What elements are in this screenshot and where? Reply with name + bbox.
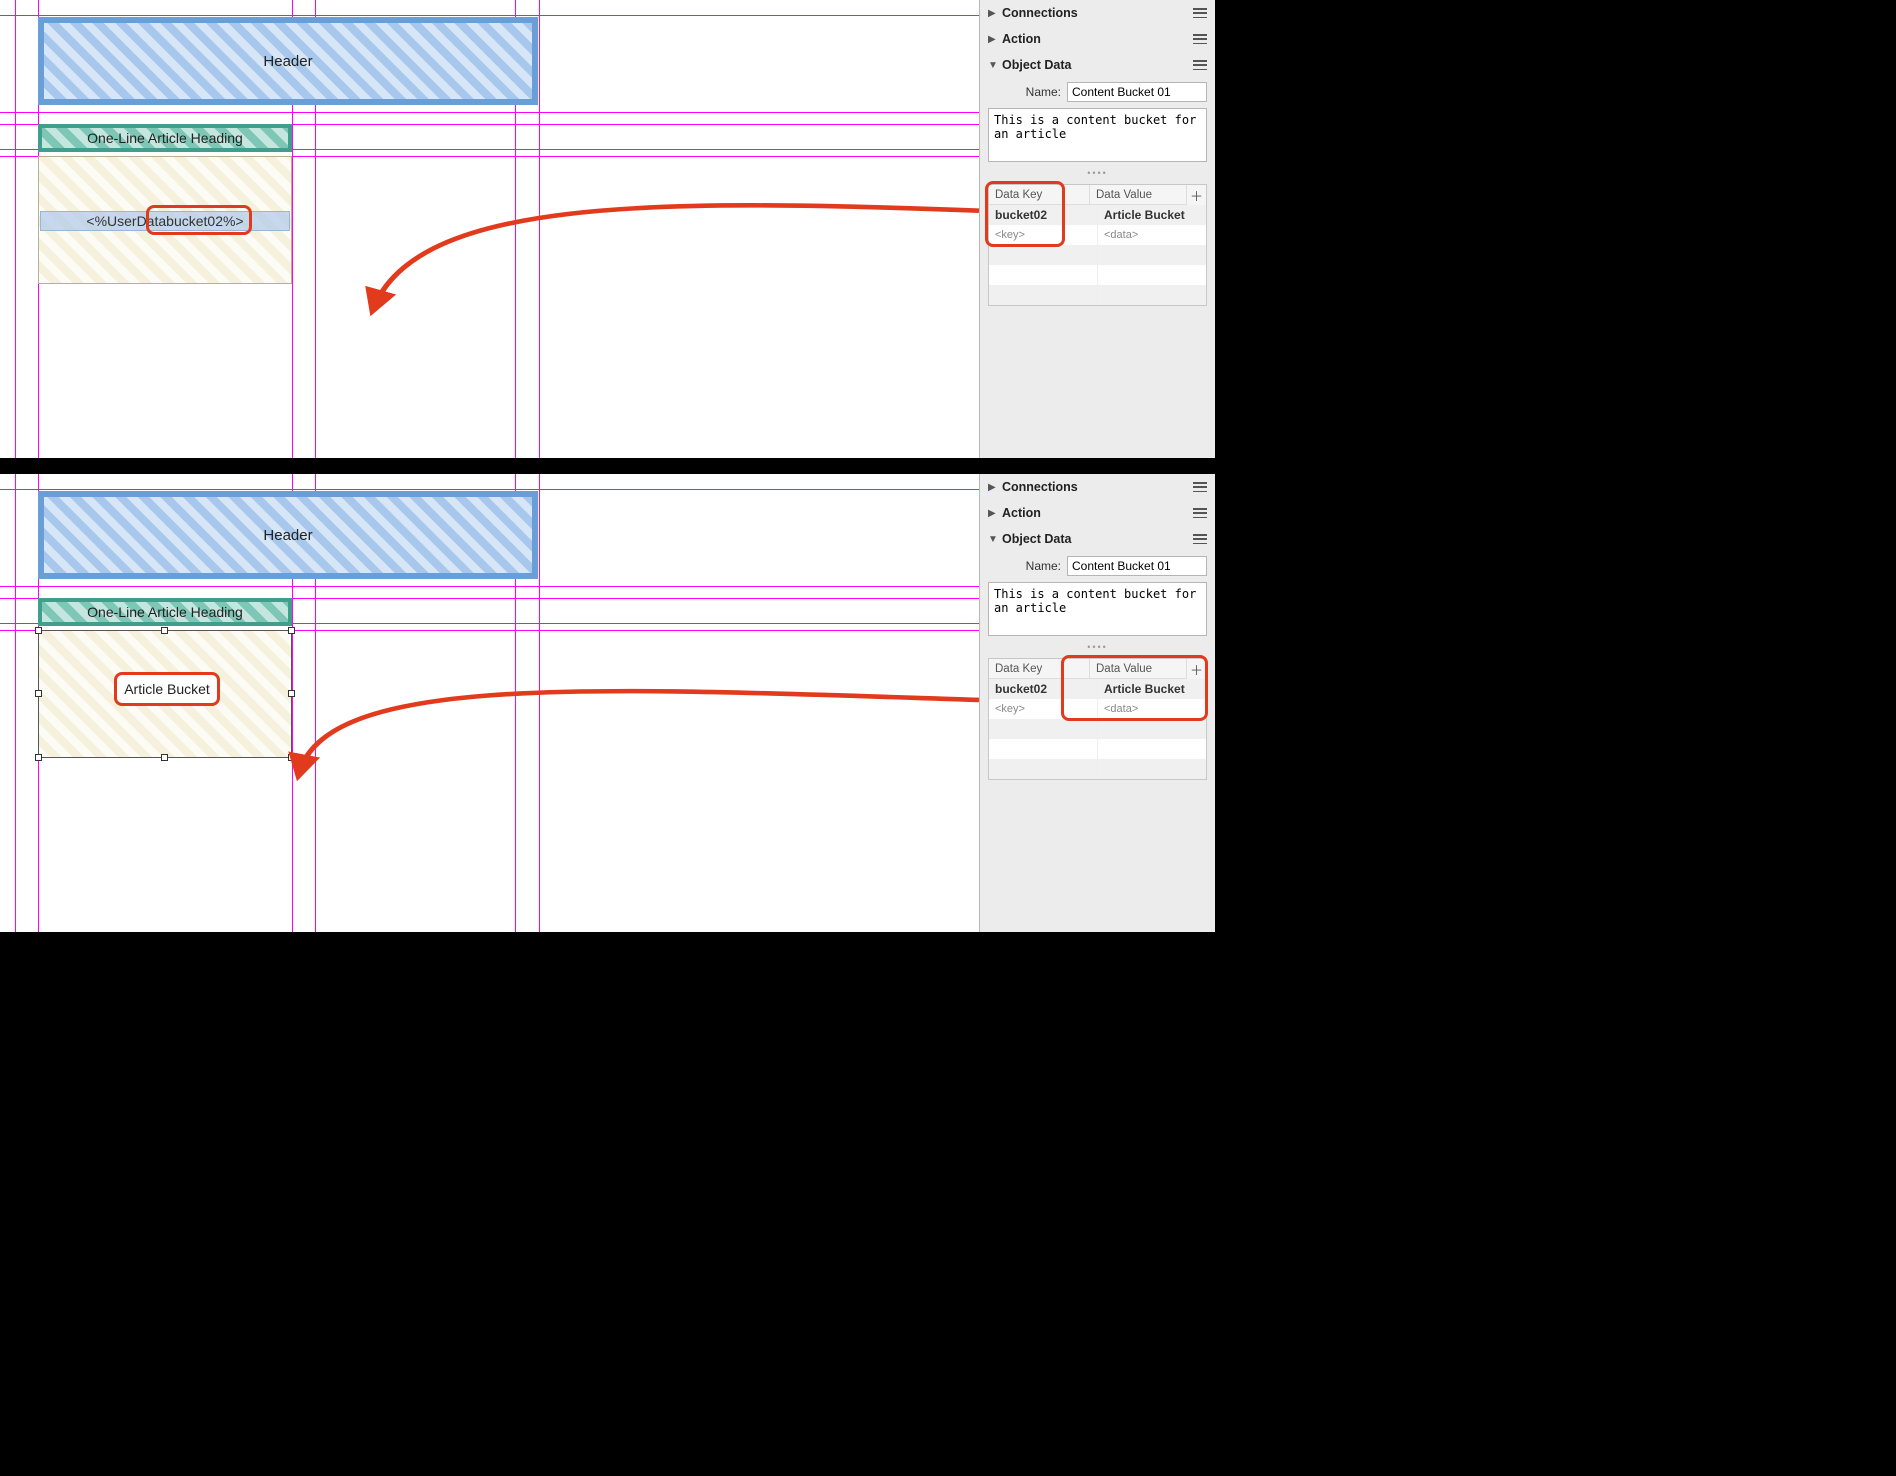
data-value-cell[interactable]: Article Bucket — [1098, 679, 1206, 699]
screen-top: Header One-Line Article Heading <%UserDa… — [0, 0, 1215, 458]
resize-handle[interactable] — [288, 627, 295, 634]
resize-handle[interactable] — [161, 627, 168, 634]
header-frame[interactable]: Header — [38, 17, 538, 105]
description-field[interactable] — [988, 582, 1207, 636]
add-row-button[interactable]: ＋ — [1186, 185, 1206, 205]
article-heading-label: One-Line Article Heading — [87, 130, 243, 146]
resize-grip-icon[interactable]: •••• — [1087, 642, 1108, 652]
chevron-right-icon: ▶ — [988, 8, 998, 19]
name-field[interactable] — [1067, 82, 1207, 102]
resize-handle[interactable] — [288, 690, 295, 697]
table-row[interactable] — [989, 245, 1206, 265]
table-row[interactable]: <key> <data> — [989, 225, 1206, 245]
article-heading-frame[interactable]: One-Line Article Heading — [38, 124, 292, 152]
header-label: Header — [263, 527, 312, 544]
name-label: Name: — [1026, 85, 1061, 99]
header-frame[interactable]: Header — [38, 491, 538, 579]
guide-horizontal — [0, 112, 979, 113]
data-key-hint[interactable]: <key> — [989, 699, 1098, 719]
resize-handle[interactable] — [35, 754, 42, 761]
table-row[interactable] — [989, 285, 1206, 305]
menu-icon[interactable] — [1193, 34, 1207, 44]
section-connections[interactable]: ▶ Connections — [980, 474, 1215, 500]
data-key-cell[interactable]: bucket02 — [989, 679, 1098, 699]
section-object-data[interactable]: ▼ Object Data — [980, 526, 1215, 552]
section-action[interactable]: ▶ Action — [980, 500, 1215, 526]
resize-handle[interactable] — [288, 754, 295, 761]
table-row[interactable]: <key> <data> — [989, 699, 1206, 719]
resize-handle[interactable] — [35, 690, 42, 697]
section-object-data[interactable]: ▼ Object Data — [980, 52, 1215, 78]
data-value-hint[interactable]: <data> — [1098, 699, 1206, 719]
name-field[interactable] — [1067, 556, 1207, 576]
add-row-button[interactable]: ＋ — [1186, 659, 1206, 679]
data-value-hint[interactable]: <data> — [1098, 225, 1206, 245]
section-action-label: Action — [1002, 32, 1193, 46]
userdata-key: bucket02 — [166, 213, 223, 229]
col-key-header[interactable]: Data Key — [989, 659, 1090, 678]
name-row: Name: — [988, 556, 1207, 576]
chevron-down-icon: ▼ — [988, 534, 998, 545]
guide-vertical — [539, 0, 540, 458]
table-row[interactable]: bucket02 Article Bucket — [989, 205, 1206, 225]
table-row[interactable] — [989, 265, 1206, 285]
menu-icon[interactable] — [1193, 482, 1207, 492]
header-label: Header — [263, 53, 312, 70]
chevron-down-icon: ▼ — [988, 60, 998, 71]
resize-handle[interactable] — [35, 627, 42, 634]
section-object-data-label: Object Data — [1002, 532, 1193, 546]
guide-vertical — [15, 0, 16, 458]
table-row[interactable] — [989, 739, 1206, 759]
guide-horizontal — [0, 15, 979, 16]
guide-horizontal — [0, 586, 979, 587]
name-label: Name: — [1026, 559, 1061, 573]
article-heading-label: One-Line Article Heading — [87, 604, 243, 620]
table-row[interactable] — [989, 759, 1206, 779]
col-key-header[interactable]: Data Key — [989, 185, 1090, 204]
data-table-header: Data Key Data Value — [989, 185, 1206, 205]
canvas-bottom[interactable]: Header One-Line Article Heading Article … — [0, 474, 979, 932]
screen-bottom: Header One-Line Article Heading Article … — [0, 474, 1215, 932]
article-heading-frame[interactable]: One-Line Article Heading — [38, 598, 292, 626]
section-connections-label: Connections — [1002, 480, 1193, 494]
data-table: Data Key Data Value ＋ bucket02 Article B… — [988, 184, 1207, 306]
section-object-data-label: Object Data — [1002, 58, 1193, 72]
object-data-body: Name: •••• Data Key Data Value ＋ bucket0… — [980, 552, 1215, 788]
chevron-right-icon: ▶ — [988, 508, 998, 519]
inspector-panel: ▶ Connections ▶ Action ▼ Object Data Nam… — [979, 0, 1215, 458]
section-connections-label: Connections — [1002, 6, 1193, 20]
name-row: Name: — [988, 82, 1207, 102]
resize-handle[interactable] — [161, 754, 168, 761]
menu-icon[interactable] — [1193, 8, 1207, 18]
guide-horizontal — [0, 489, 979, 490]
data-key-cell[interactable]: bucket02 — [989, 205, 1098, 225]
userdata-prefix: <%UserData — [86, 213, 166, 229]
table-row[interactable]: bucket02 Article Bucket — [989, 679, 1206, 699]
chevron-right-icon: ▶ — [988, 482, 998, 493]
canvas-top[interactable]: Header One-Line Article Heading <%UserDa… — [0, 0, 979, 458]
section-connections[interactable]: ▶ Connections — [980, 0, 1215, 26]
userdata-suffix: %> — [223, 213, 244, 229]
data-table-header: Data Key Data Value — [989, 659, 1206, 679]
object-data-body: Name: •••• Data Key Data Value ＋ bucket0… — [980, 78, 1215, 314]
section-action-label: Action — [1002, 506, 1193, 520]
app-root: Header One-Line Article Heading <%UserDa… — [0, 0, 1215, 932]
chevron-right-icon: ▶ — [988, 34, 998, 45]
data-value-cell[interactable]: Article Bucket — [1098, 205, 1206, 225]
guide-vertical — [15, 474, 16, 932]
menu-icon[interactable] — [1193, 60, 1207, 70]
resolved-value-text: Article Bucket — [124, 681, 210, 697]
inspector-panel: ▶ Connections ▶ Action ▼ Object Data Nam… — [979, 474, 1215, 932]
menu-icon[interactable] — [1193, 508, 1207, 518]
data-key-hint[interactable]: <key> — [989, 225, 1098, 245]
table-row[interactable] — [989, 719, 1206, 739]
guide-vertical — [539, 474, 540, 932]
resize-grip-icon[interactable]: •••• — [1087, 168, 1108, 178]
menu-icon[interactable] — [1193, 534, 1207, 544]
userdata-field[interactable]: <%UserData bucket02%> — [40, 211, 290, 231]
section-action[interactable]: ▶ Action — [980, 26, 1215, 52]
description-field[interactable] — [988, 108, 1207, 162]
data-table: Data Key Data Value ＋ bucket02 Article B… — [988, 658, 1207, 780]
